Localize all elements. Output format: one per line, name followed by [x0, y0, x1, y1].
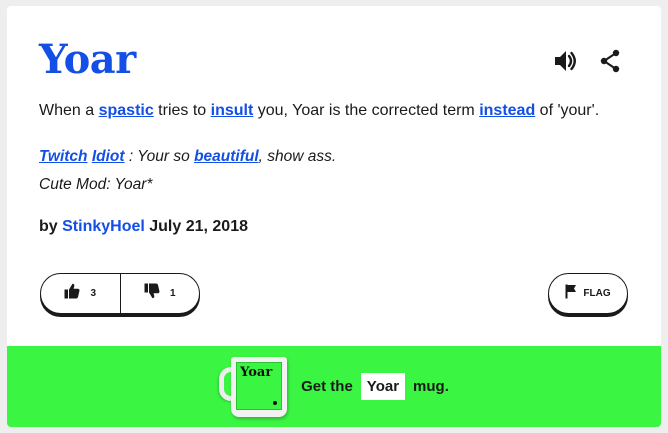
mug-print-word: Yoar: [240, 364, 273, 380]
mug-print: Yoar: [236, 361, 283, 410]
mug-body: Yoar: [231, 356, 288, 417]
definition-word-link[interactable]: Yoar: [39, 36, 136, 83]
downvote-count: 1: [169, 288, 176, 299]
meaning-text: When a: [39, 102, 99, 119]
example-line-1: Twitch Idiot : Your so beautiful, show a…: [39, 143, 639, 171]
example-line-2: Cute Mod: Yoar*: [39, 176, 153, 193]
share-icon[interactable]: [599, 49, 621, 73]
speaker-icon[interactable]: [552, 48, 578, 74]
example-text: : Your so: [124, 148, 195, 165]
flag-button[interactable]: FLAG: [548, 273, 628, 314]
definition-meaning: When a spastic tries to insult you, Yoar…: [39, 100, 639, 122]
meaning-link-spastic[interactable]: spastic: [99, 102, 154, 119]
vote-buttons: 3 1: [40, 273, 200, 314]
mug-banner-suffix: mug.: [413, 378, 449, 395]
mug-print-dot: [273, 400, 278, 405]
meaning-text: you, Yoar is the corrected term: [253, 102, 480, 119]
flag-label: FLAG: [583, 288, 611, 299]
example-link-twitch[interactable]: Twitch: [39, 148, 88, 165]
contributor-prefix: by: [39, 218, 63, 235]
upvote-button[interactable]: 3: [41, 274, 120, 313]
downvote-button[interactable]: 1: [119, 274, 200, 313]
meaning-text: tries to: [153, 102, 211, 119]
contributor-date: July 21, 2018: [144, 218, 248, 235]
thumbs-up-icon: [64, 283, 80, 304]
meaning-link-instead[interactable]: instead: [479, 102, 535, 119]
meaning-link-insult[interactable]: insult: [211, 102, 254, 119]
example-link-beautiful[interactable]: beautiful: [194, 148, 259, 165]
author-link[interactable]: StinkyHoel: [62, 218, 145, 235]
upvote-count: 3: [90, 288, 97, 299]
contributor: by StinkyHoel July 21, 2018: [39, 218, 248, 236]
example-text: , show ass.: [258, 148, 337, 165]
definition-card: Yoar When a spastic tries to insult you,…: [7, 6, 661, 427]
definition-example: Twitch Idiot : Your so beautiful, show a…: [39, 143, 639, 199]
mug-banner-text: Get the Yoar mug.: [301, 373, 449, 400]
thumbs-down-icon: [144, 283, 160, 304]
flag-icon: [565, 284, 577, 304]
meaning-text: of 'your'.: [535, 102, 600, 119]
example-link-idiot[interactable]: Idiot: [92, 148, 125, 165]
mug-banner-word: Yoar: [360, 373, 406, 400]
mug-banner[interactable]: Yoar Get the Yoar mug.: [7, 346, 661, 427]
mug-banner-prefix: Get the: [301, 378, 353, 395]
mug-image: Yoar: [219, 356, 291, 417]
